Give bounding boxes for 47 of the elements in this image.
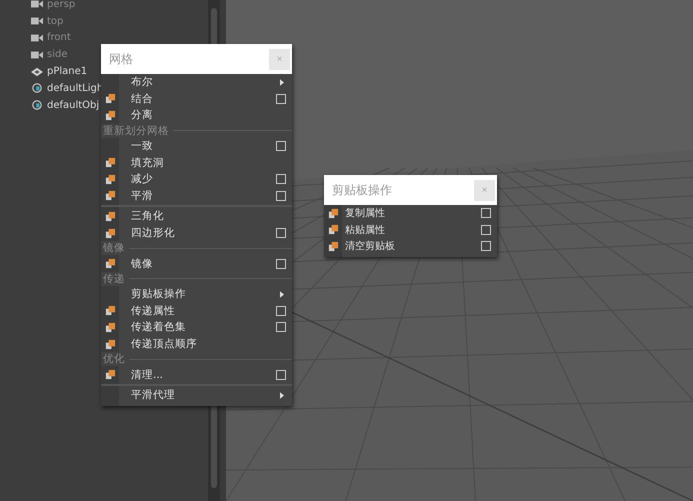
outliner-item[interactable]: defaultObj: [47, 100, 100, 111]
menu-item[interactable]: 布尔: [131, 75, 280, 90]
camera-icon: [31, 16, 43, 26]
menu-item[interactable]: 结合: [131, 92, 276, 106]
camera-icon: [31, 32, 43, 43]
outliner-item[interactable]: pPlane1: [47, 66, 88, 78]
menu-item[interactable]: 平滑代理: [131, 388, 280, 402]
section-header: 重新划分网格: [103, 124, 169, 138]
section-header: 镜像: [103, 241, 125, 256]
option-box[interactable]: [276, 174, 286, 184]
menu-item[interactable]: 粘贴属性: [345, 222, 481, 237]
option-box[interactable]: [276, 370, 286, 380]
outliner-item[interactable]: defaultLigh: [47, 82, 104, 94]
option-box[interactable]: [481, 208, 491, 218]
menu-item[interactable]: 一致: [131, 139, 276, 154]
menu-item[interactable]: 分离: [131, 108, 292, 122]
menu-item[interactable]: 传递顶点顺序: [131, 337, 292, 352]
menu-title: 网格: [109, 50, 133, 68]
option-box[interactable]: [276, 228, 286, 238]
option-box[interactable]: [276, 306, 286, 316]
option-box[interactable]: [276, 190, 286, 201]
menu-item[interactable]: 清理...: [131, 368, 276, 382]
menu-item[interactable]: 四边形化: [131, 226, 276, 240]
menu-item[interactable]: 减少: [131, 172, 276, 186]
menu-item[interactable]: 平滑: [131, 188, 276, 203]
menu-item[interactable]: 镜像: [131, 256, 276, 271]
section-header: 传递: [103, 272, 125, 286]
menu-item[interactable]: 三角化: [131, 209, 292, 224]
set-icon: [31, 100, 43, 110]
option-box[interactable]: [276, 322, 286, 332]
menu-item[interactable]: 剪贴板操作: [131, 287, 280, 302]
menu-item[interactable]: 传递着色集: [131, 320, 276, 334]
menu-item[interactable]: 传递属性: [131, 304, 276, 318]
option-box[interactable]: [481, 224, 491, 235]
menu-item[interactable]: 填充洞: [131, 156, 292, 170]
option-box[interactable]: [481, 241, 491, 252]
menu-title: 剪贴板操作: [332, 182, 392, 198]
option-box[interactable]: [276, 258, 286, 269]
camera-icon: [31, 0, 43, 10]
camera-icon: [31, 50, 43, 60]
option-box[interactable]: [276, 94, 286, 104]
option-box[interactable]: [276, 141, 286, 152]
set-icon: [31, 83, 43, 94]
mesh-icon: [31, 66, 43, 77]
section-header: 优化: [103, 352, 125, 366]
menu-item[interactable]: 复制属性: [345, 206, 481, 220]
menu-item[interactable]: 清空剪贴板: [345, 239, 481, 254]
